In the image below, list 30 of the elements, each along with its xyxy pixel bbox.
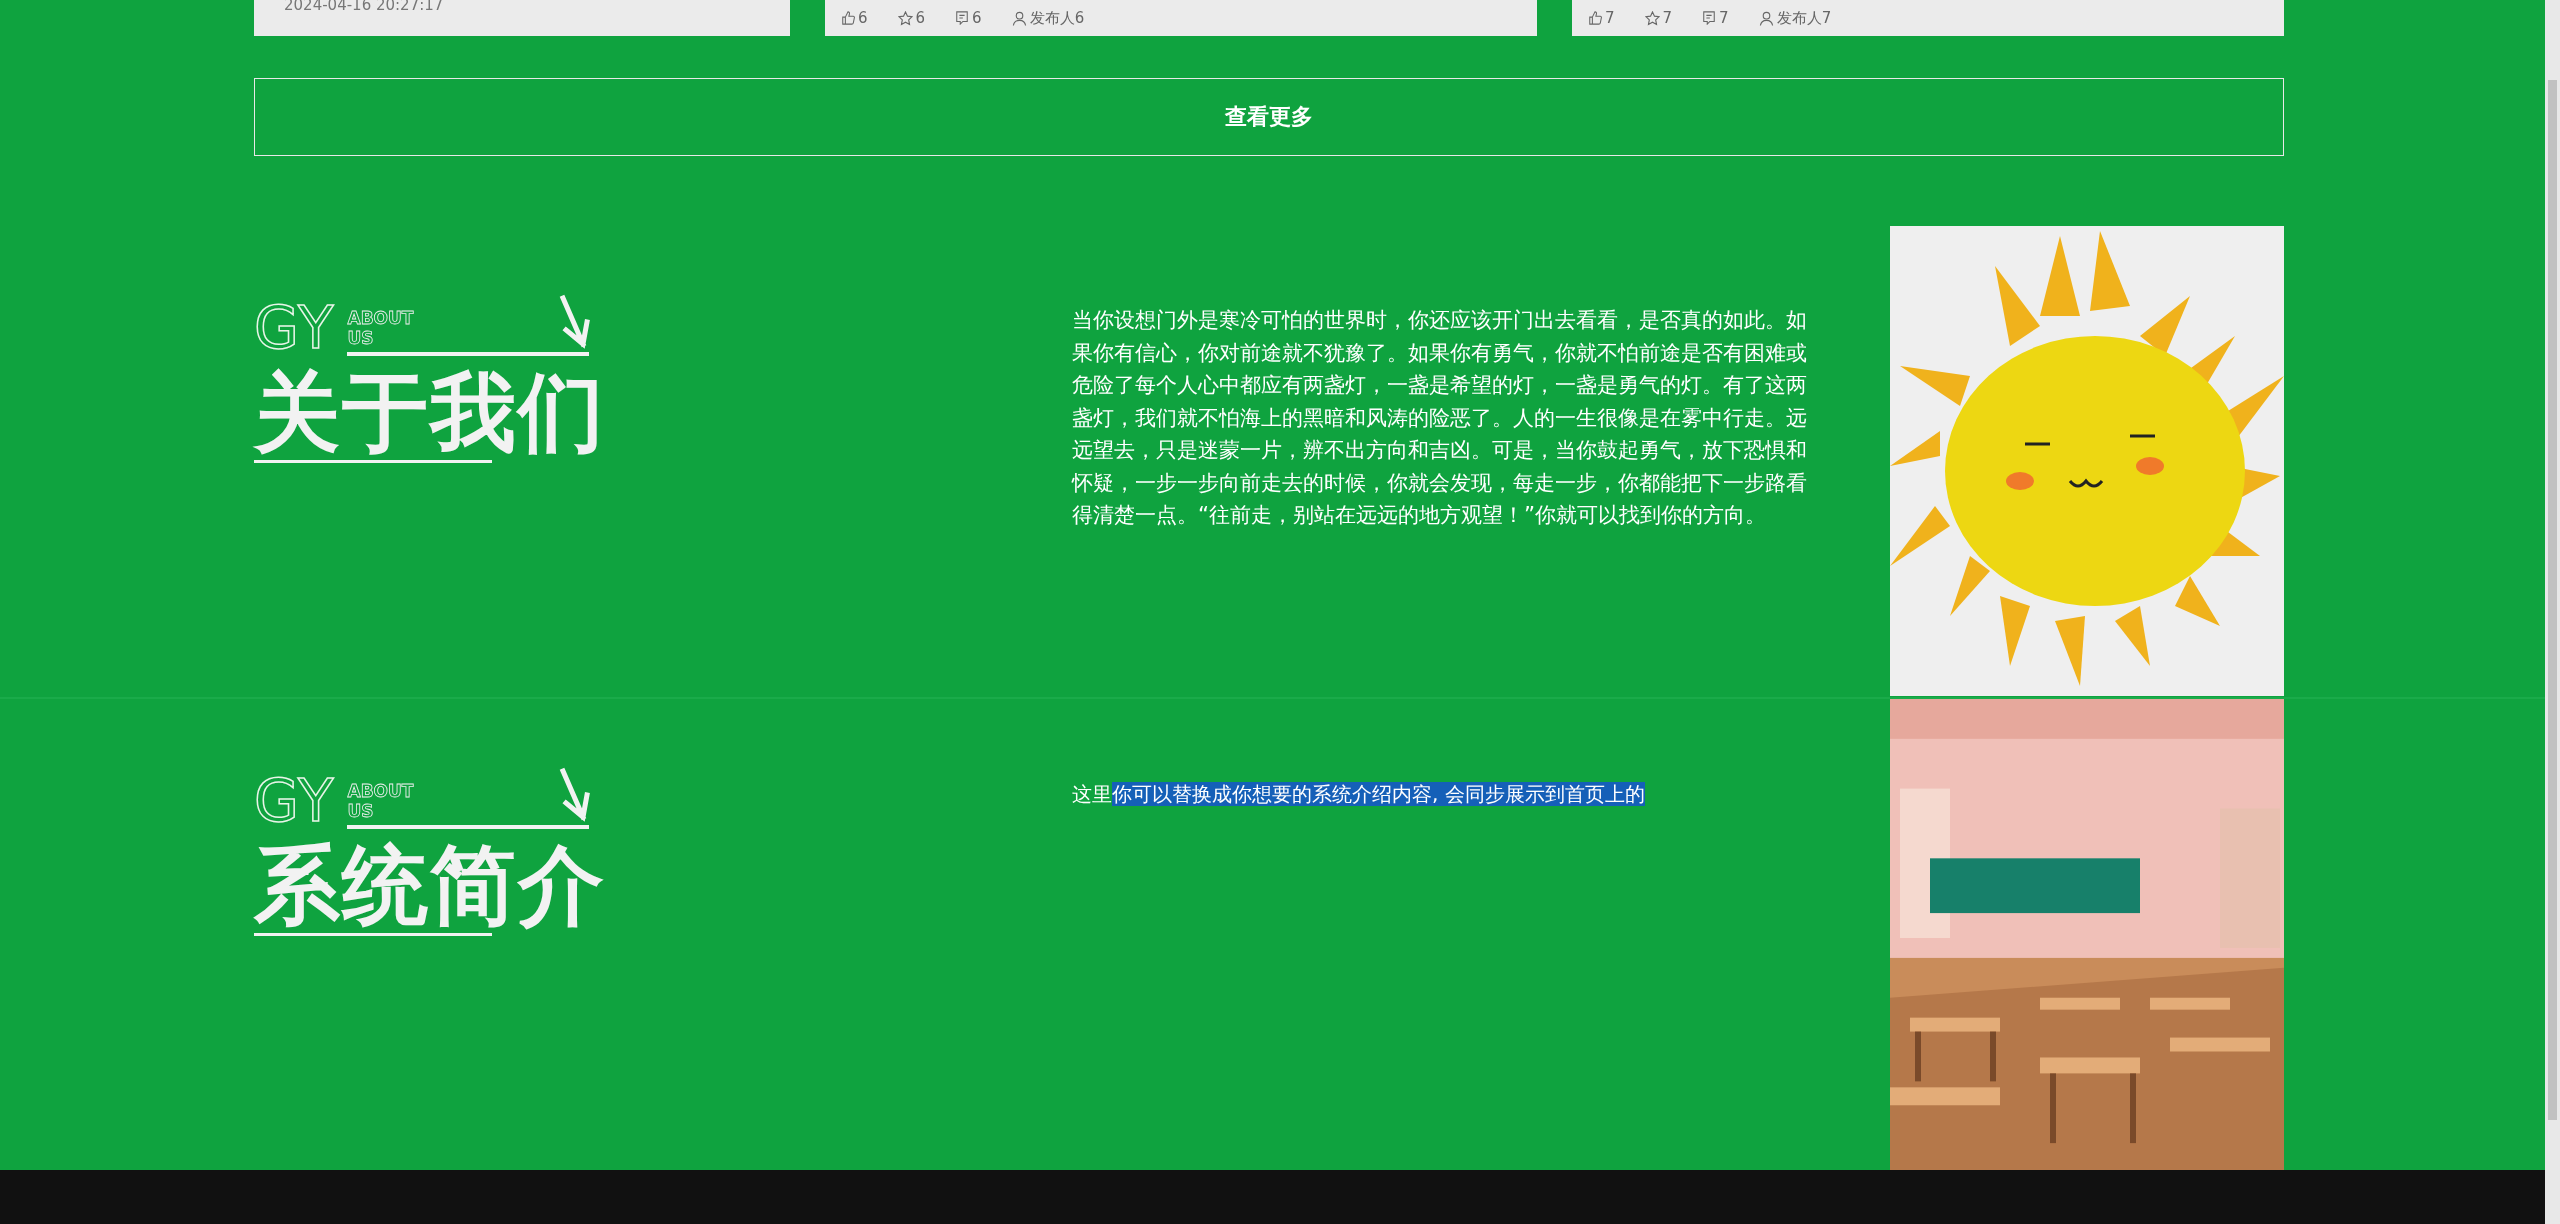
like-count: 7 bbox=[1605, 9, 1615, 27]
comment-icon bbox=[955, 11, 970, 25]
author-name: 发布人7 bbox=[1776, 8, 1832, 28]
thumbs-up-icon bbox=[1588, 11, 1602, 25]
section-title: 关于我们 bbox=[254, 366, 607, 458]
arrow-icon bbox=[557, 294, 592, 350]
scrollbar[interactable] bbox=[2545, 0, 2560, 1224]
favorite-count: 7 bbox=[1662, 9, 1673, 27]
comment-icon bbox=[1702, 11, 1717, 25]
favorite-count: 6 bbox=[915, 9, 926, 27]
heading-subtitle: US bbox=[347, 801, 375, 821]
heading-logo-letters: GY bbox=[254, 300, 336, 356]
heading-subtitle: US bbox=[347, 328, 375, 348]
star-icon bbox=[1644, 10, 1660, 26]
section-description: 当你设想门外是寒冷可怕的世界时，你还应该开门出去看看，是否真的如此。如果你有信心，你对前途就不犹豫了。如果你有勇气，你就不怕前途是否有困难或危险了每个人心中都应有两盏灯，一盏是希望的灯，一盏是勇气的灯。有了这两盏灯，我们就不怕海上的黑暗和风涛的险恶了。人的一生很像是在雾中行走。远远望去，只是迷蒙一片，辨不出方向和吉凶。可是，当你鼓起勇气，放下恐惧和怀疑，一步一步向前走去的时候，你就会发现，每走一步，你都能把下一步路看得清楚一点。“往前走，别站在远远的地方观望！”你就可以找到你的方向。 bbox=[1072, 306, 1808, 529]
like-count: 6 bbox=[858, 9, 868, 27]
view-more-button[interactable]: 查看更多 bbox=[254, 78, 2284, 156]
star-icon bbox=[897, 10, 913, 26]
author-name: 发布人6 bbox=[1029, 8, 1085, 28]
arrow-icon bbox=[557, 767, 592, 823]
comment-count: 7 bbox=[1719, 9, 1729, 27]
thumbs-up-icon bbox=[841, 11, 855, 25]
comment-count: 6 bbox=[972, 9, 982, 27]
heading-subtitle: ABOUT bbox=[347, 781, 415, 801]
section-description: 这里你可以替换成你想要的系统介绍内容, 会同步展示到首页上的 bbox=[1072, 781, 1646, 808]
section-title: 系统简介 bbox=[254, 839, 607, 931]
user-icon bbox=[1758, 10, 1774, 26]
heading-logo-letters: GY bbox=[254, 773, 336, 829]
user-icon bbox=[1011, 10, 1027, 26]
heading-subtitle: ABOUT bbox=[347, 308, 415, 328]
